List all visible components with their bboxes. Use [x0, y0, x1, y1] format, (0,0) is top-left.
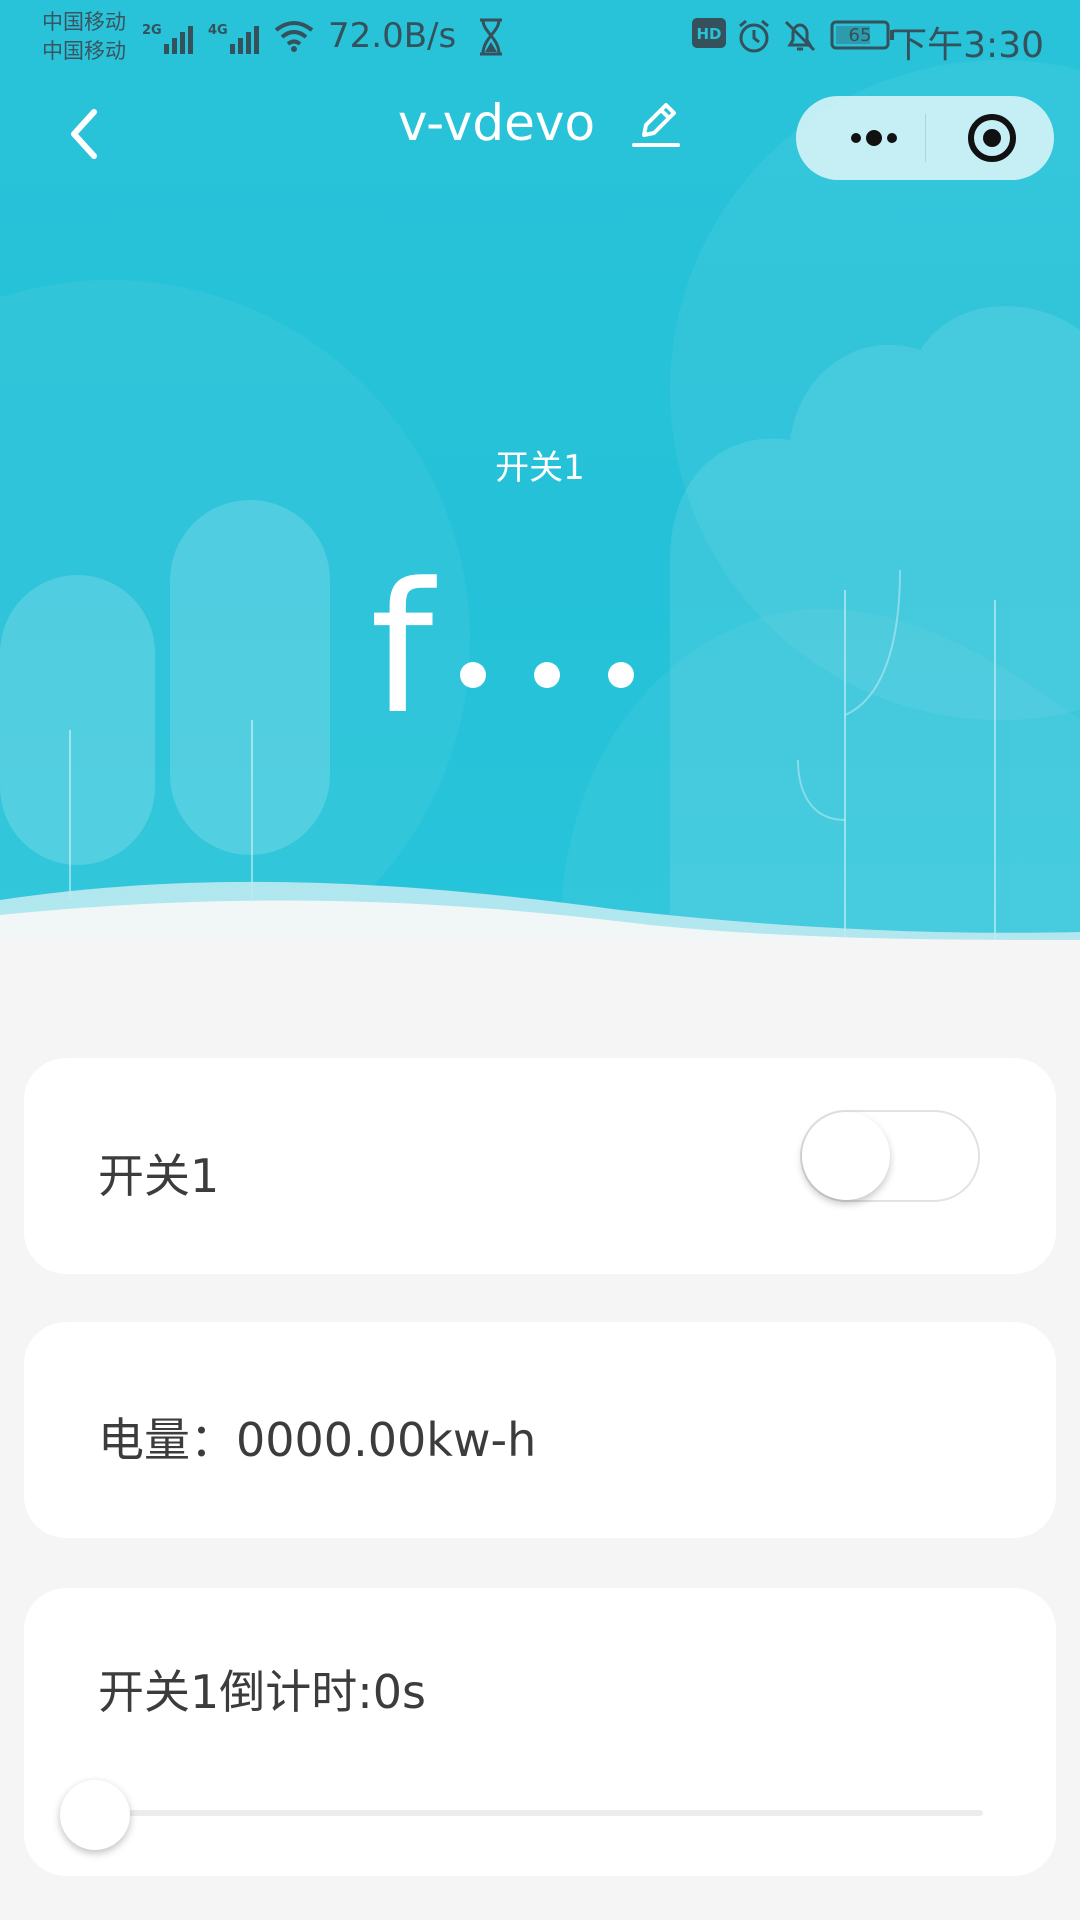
- svg-text:4G: 4G: [208, 23, 228, 38]
- network-speed: 72.0B/s: [328, 16, 457, 56]
- signal-4g-icon: 4G: [208, 23, 259, 54]
- wifi-icon: [274, 21, 314, 52]
- toggle-knob: [802, 1112, 890, 1200]
- signal-2g-icon: 2G: [142, 23, 193, 54]
- carrier-labels: 中国移动 中国移动: [42, 8, 126, 66]
- hero-status-value: f: [370, 545, 434, 754]
- hd-icon: HD: [692, 18, 726, 48]
- countdown-label: 开关1倒计时:0s: [98, 1665, 426, 1719]
- svg-text:65: 65: [849, 25, 872, 46]
- svg-text:HD: HD: [696, 25, 721, 43]
- clock-time: 下午3:30: [891, 25, 1044, 66]
- edit-pencil-icon[interactable]: [630, 97, 682, 149]
- close-target-icon[interactable]: [956, 96, 1036, 180]
- battery-icon: 65: [830, 20, 894, 50]
- countdown-slider-thumb[interactable]: [60, 1780, 130, 1850]
- switch-toggle[interactable]: [800, 1110, 980, 1202]
- hero-switch-label: 开关1: [495, 448, 585, 488]
- nav-bar: v-vdevo: [0, 86, 1080, 196]
- countdown-slider-track[interactable]: [98, 1810, 983, 1816]
- more-options-icon[interactable]: [824, 96, 924, 180]
- carrier-2: 中国移动: [42, 39, 126, 63]
- countdown-card: 开关1倒计时:0s: [24, 1588, 1056, 1876]
- energy-reading: 电量：0000.00kw-h: [98, 1413, 537, 1467]
- hourglass-icon: [480, 18, 502, 56]
- switch-card: 开关1: [24, 1058, 1056, 1274]
- carrier-1: 中国移动: [42, 10, 126, 34]
- energy-card: 电量：0000.00kw-h: [24, 1322, 1056, 1538]
- status-bar: 中国移动 中国移动 2G 4G 72.0B/s HD 65 下午3:30: [0, 0, 1080, 76]
- mini-program-capsule: [796, 96, 1054, 180]
- device-name-title: v-vdevo: [397, 94, 596, 152]
- switch-label: 开关1: [98, 1149, 220, 1203]
- svg-text:2G: 2G: [142, 23, 162, 38]
- alarm-icon: [739, 19, 769, 53]
- hero-banner: 中国移动 中国移动 2G 4G 72.0B/s HD 65 下午3:30 v-v…: [0, 0, 1080, 940]
- capsule-divider: [925, 114, 926, 162]
- ellipsis-dots-icon: [460, 662, 634, 688]
- mute-bell-icon: [784, 20, 816, 52]
